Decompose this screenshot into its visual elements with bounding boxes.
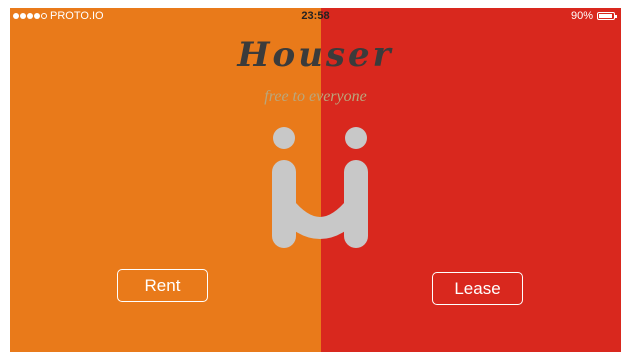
rent-button[interactable]: Rent [117, 269, 208, 302]
status-time: 23:58 [301, 10, 330, 22]
lease-button[interactable]: Lease [432, 272, 523, 305]
battery-percent: 90% [570, 10, 593, 22]
status-bar: PROTO.IO 23:58 90% [10, 8, 621, 24]
houser-logo-icon [272, 127, 368, 248]
battery-icon [597, 12, 617, 20]
app-tagline: free to everyone [264, 88, 367, 105]
app-title: Houser [237, 35, 394, 75]
battery-status: 90% [570, 10, 617, 22]
app-screen: PROTO.IO 23:58 90% Houser free to everyo… [10, 8, 621, 352]
